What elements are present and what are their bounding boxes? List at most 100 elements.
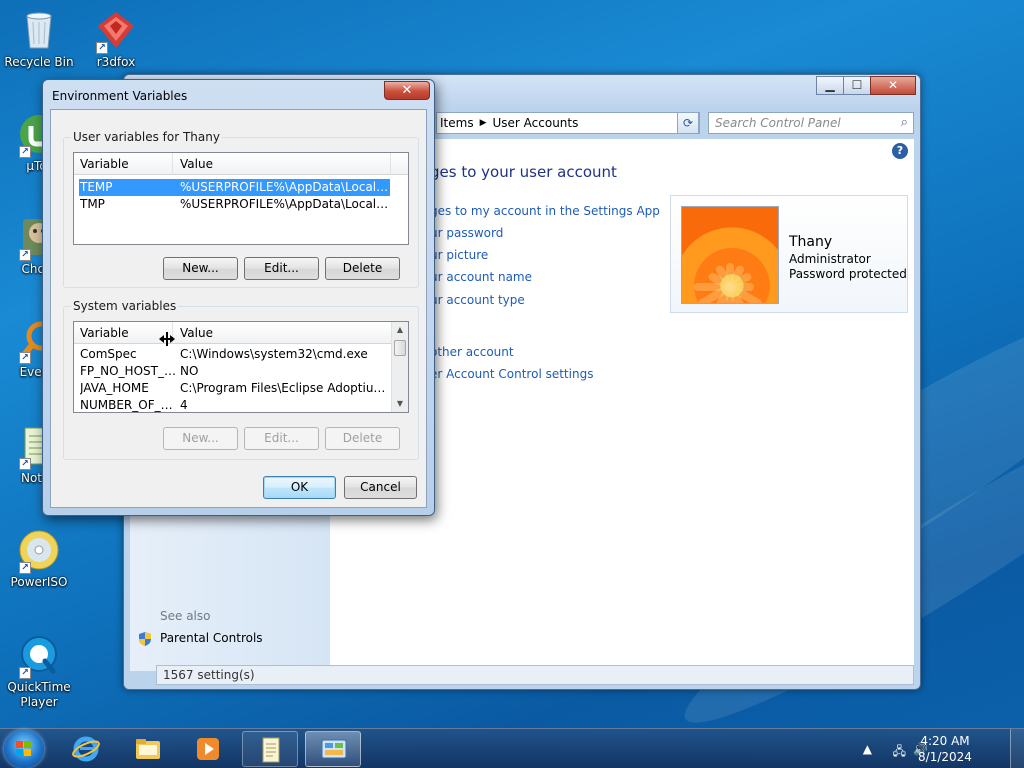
column-header-value[interactable]: Value bbox=[180, 157, 213, 171]
taskbar-control-panel[interactable] bbox=[305, 731, 361, 767]
user-role: Administrator bbox=[789, 252, 871, 266]
desktop-icon-quicktime[interactable]: ↗ QuickTime Player bbox=[1, 633, 77, 710]
shield-icon bbox=[138, 631, 152, 647]
clock-time: 4:20 AM bbox=[920, 734, 970, 748]
variable-name: FP_NO_HOST_C... bbox=[80, 364, 176, 378]
column-header-variable[interactable]: Variable bbox=[80, 157, 129, 171]
disc-icon: ↗ bbox=[17, 528, 61, 574]
r3dfox-icon: ↗ bbox=[94, 8, 138, 54]
address-bar[interactable]: Items ▶ User Accounts ▼ bbox=[436, 112, 700, 134]
window-caption-buttons: ▁ ☐ ✕ bbox=[816, 76, 916, 95]
variable-value: NO bbox=[180, 364, 199, 378]
shortcut-arrow-icon: ↗ bbox=[19, 458, 31, 470]
vertical-scrollbar[interactable]: ▲ ▼ bbox=[391, 322, 408, 412]
table-row[interactable]: JAVA_HOME C:\Program Files\Eclipse Adopt… bbox=[74, 380, 408, 397]
system-variables-label: System variables bbox=[71, 299, 179, 313]
column-header-variable[interactable]: Variable bbox=[80, 326, 129, 340]
variable-name: ComSpec bbox=[80, 347, 137, 361]
link-other-account[interactable]: other account bbox=[430, 345, 514, 359]
taskbar-internet-explorer[interactable] bbox=[58, 731, 114, 767]
help-icon[interactable]: ? bbox=[892, 143, 908, 159]
close-button[interactable]: ✕ bbox=[870, 76, 916, 95]
system-delete-button[interactable]: Delete bbox=[325, 427, 400, 450]
variable-name: TEMP bbox=[80, 180, 113, 194]
refresh-icon: ⟳ bbox=[682, 116, 694, 130]
minimize-button[interactable]: ▁ bbox=[816, 76, 844, 95]
desktop-icon-poweriso[interactable]: ↗ PowerISO bbox=[1, 528, 77, 590]
variable-value: C:\Program Files\Eclipse Adoptium\jre-8.… bbox=[180, 381, 392, 395]
environment-variables-dialog[interactable]: Environment Variables ✕ User variables f… bbox=[42, 79, 435, 516]
link-uac-settings[interactable]: er Account Control settings bbox=[430, 367, 593, 381]
desktop-icon-r3dfox[interactable]: ↗ r3dfox bbox=[78, 8, 154, 70]
folder-icon bbox=[136, 739, 160, 759]
scrollbar-thumb[interactable] bbox=[394, 340, 406, 356]
breadcrumb-items[interactable]: Items bbox=[440, 116, 474, 130]
table-row[interactable]: TEMP %USERPROFILE%\AppData\Local\Temp bbox=[79, 179, 392, 196]
tray-show-hidden-icon[interactable]: ▲ bbox=[863, 742, 872, 756]
link-parental-controls[interactable]: Parental Controls bbox=[160, 631, 263, 645]
link-account-type[interactable]: ur account type bbox=[430, 293, 525, 307]
search-input[interactable]: Search Control Panel ⌕ bbox=[708, 112, 914, 134]
link-picture[interactable]: ur picture bbox=[430, 248, 488, 262]
notepad-icon bbox=[262, 737, 280, 763]
desktop-icon-label: Recycle Bin bbox=[4, 55, 74, 69]
variable-value: %USERPROFILE%\AppData\Local\Temp bbox=[180, 180, 392, 194]
user-avatar[interactable] bbox=[681, 206, 779, 304]
dialog-close-button[interactable]: ✕ bbox=[384, 81, 430, 100]
taskbar-explorer[interactable] bbox=[120, 731, 176, 767]
maximize-button[interactable]: ☐ bbox=[843, 76, 871, 95]
page-title: ges to your user account bbox=[430, 163, 617, 181]
system-new-button[interactable]: New... bbox=[163, 427, 238, 450]
table-row[interactable]: ComSpec C:\Windows\system32\cmd.exe bbox=[74, 346, 408, 363]
desktop-icon-recycle-bin[interactable]: Recycle Bin bbox=[1, 8, 77, 70]
variable-value: %USERPROFILE%\AppData\Local\Temp bbox=[180, 197, 392, 211]
user-new-button[interactable]: New... bbox=[163, 257, 238, 280]
start-button[interactable] bbox=[4, 730, 44, 768]
variable-value: C:\Windows\system32\cmd.exe bbox=[180, 347, 368, 361]
media-player-icon bbox=[197, 738, 219, 760]
link-account-name[interactable]: ur account name bbox=[430, 270, 532, 284]
variable-name: TMP bbox=[80, 197, 105, 211]
list-header: Variable Value bbox=[74, 322, 408, 344]
dialog-title: Environment Variables bbox=[52, 89, 188, 103]
taskbar-notepad[interactable] bbox=[242, 731, 298, 767]
search-placeholder: Search Control Panel bbox=[715, 116, 841, 130]
system-variables-group: System variables Variable Value ComSpec … bbox=[63, 299, 419, 460]
shortcut-arrow-icon: ↗ bbox=[19, 249, 31, 261]
taskbar: ▲ 🖧 🔊 4:20 AM 8/1/2024 bbox=[0, 728, 1024, 768]
table-row[interactable]: NUMBER_OF_P... 4 bbox=[74, 397, 408, 412]
link-password[interactable]: ur password bbox=[430, 226, 503, 240]
network-icon[interactable]: 🖧 bbox=[893, 742, 906, 763]
system-clock[interactable]: 4:20 AM 8/1/2024 bbox=[910, 733, 980, 765]
system-edit-button[interactable]: Edit... bbox=[244, 427, 319, 450]
cancel-button[interactable]: Cancel bbox=[344, 476, 417, 499]
user-account-card: Thany Administrator Password protected bbox=[670, 195, 908, 313]
table-row[interactable]: TMP %USERPROFILE%\AppData\Local\Temp bbox=[74, 196, 408, 213]
user-delete-button[interactable]: Delete bbox=[325, 257, 400, 280]
system-variables-list[interactable]: Variable Value ComSpec C:\Windows\system… bbox=[73, 321, 409, 413]
refresh-button[interactable]: ⟳ bbox=[677, 112, 699, 134]
show-desktop-button[interactable] bbox=[1010, 729, 1024, 768]
variable-value: 4 bbox=[180, 398, 188, 412]
scroll-up-icon[interactable]: ▲ bbox=[392, 322, 408, 338]
breadcrumb-user-accounts[interactable]: User Accounts bbox=[493, 116, 579, 130]
variable-name: JAVA_HOME bbox=[80, 381, 149, 395]
desktop-icon-label: PowerISO bbox=[10, 575, 68, 589]
column-header-value[interactable]: Value bbox=[180, 326, 213, 340]
taskbar-media-player[interactable] bbox=[180, 731, 236, 767]
user-edit-button[interactable]: Edit... bbox=[244, 257, 319, 280]
shortcut-arrow-icon: ↗ bbox=[96, 42, 108, 54]
recycle-bin-icon bbox=[17, 8, 61, 52]
ok-button[interactable]: OK bbox=[263, 476, 336, 499]
internet-explorer-icon bbox=[72, 736, 100, 762]
dialog-client-area: User variables for Thany Variable Value … bbox=[50, 109, 427, 508]
table-row[interactable]: FP_NO_HOST_C... NO bbox=[74, 363, 408, 380]
shortcut-arrow-icon: ↗ bbox=[19, 562, 31, 574]
scroll-down-icon[interactable]: ▼ bbox=[392, 396, 408, 412]
link-settings-app[interactable]: ges to my account in the Settings App bbox=[430, 204, 660, 218]
user-variables-list[interactable]: Variable Value TEMP %USERPROFILE%\AppDat… bbox=[73, 152, 409, 245]
windows-logo-icon bbox=[16, 741, 31, 756]
user-variables-group: User variables for Thany Variable Value … bbox=[63, 130, 419, 288]
search-icon[interactable]: ⌕ bbox=[901, 115, 908, 130]
shortcut-arrow-icon: ↗ bbox=[19, 667, 31, 679]
